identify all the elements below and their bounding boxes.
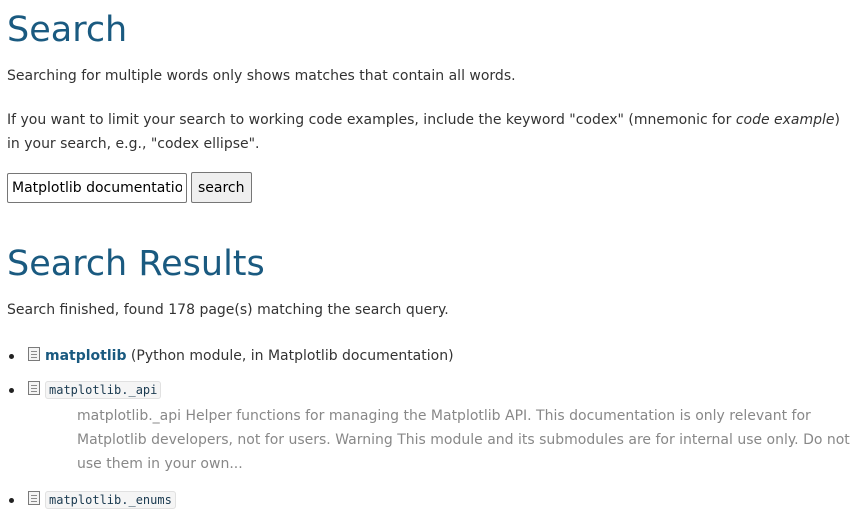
search-form: search [7, 172, 252, 203]
search-tip-emphasis: code example [735, 112, 835, 128]
search-status: Search finished, found 178 page(s) match… [7, 302, 449, 318]
search-tip-before: If you want to limit your search to work… [7, 112, 736, 128]
document-icon [28, 381, 40, 395]
result-link-enums[interactable]: matplotlib._enums [45, 491, 176, 509]
search-input[interactable] [7, 172, 187, 203]
result-context: (Python module, in Matplotlib documentat… [126, 348, 454, 364]
list-item: matplotlib._enums [7, 488, 852, 512]
result-link-api[interactable]: matplotlib._api [45, 381, 162, 399]
search-tip: If you want to limit your search to work… [7, 108, 847, 156]
results-list: matplotlib (Python module, in Matplotlib… [7, 344, 852, 512]
result-code-enums: matplotlib._enums [45, 491, 176, 509]
list-item: matplotlib (Python module, in Matplotlib… [7, 344, 852, 368]
result-excerpt: matplotlib._api Helper functions for man… [77, 408, 850, 472]
document-icon [28, 347, 40, 361]
page-title: Search [7, 10, 128, 50]
result-link-matplotlib[interactable]: matplotlib [45, 348, 126, 364]
document-icon [28, 491, 40, 505]
results-heading: Search Results [7, 244, 265, 284]
search-button[interactable]: search [191, 172, 252, 203]
list-item: matplotlib._api matplotlib._api Helper f… [7, 378, 852, 476]
result-code-api: matplotlib._api [45, 381, 162, 399]
search-intro: Searching for multiple words only shows … [7, 68, 516, 84]
